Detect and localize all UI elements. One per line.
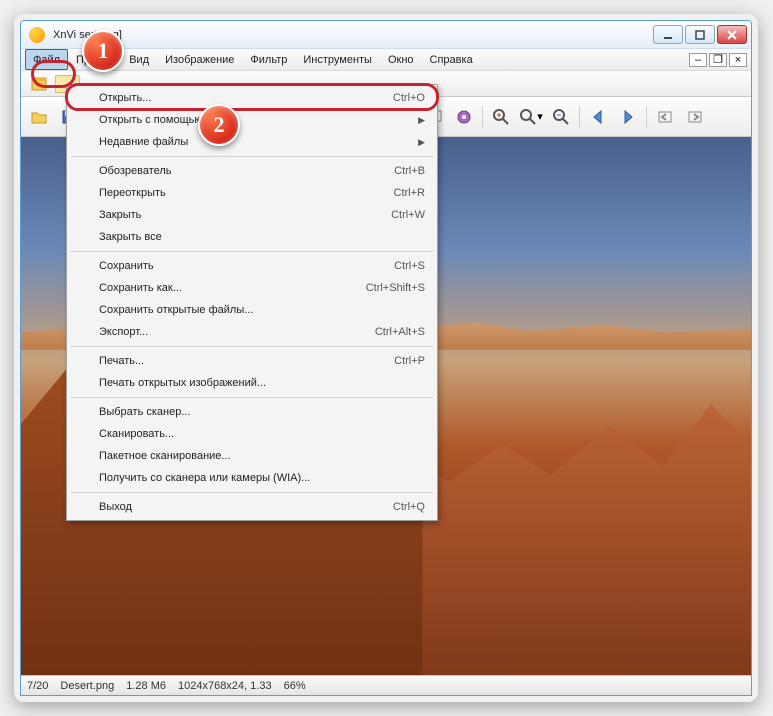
browser-tab-icon[interactable] (25, 71, 53, 97)
menu-filter[interactable]: Фильтр (242, 49, 295, 70)
menu-item-11[interactable]: Сохранить открытые файлы... (69, 299, 435, 321)
menu-item-10[interactable]: Сохранить как... Ctrl+Shift+S (69, 277, 435, 299)
menu-item-4[interactable]: Обозреватель Ctrl+B (69, 160, 435, 182)
menu-item-shortcut: Ctrl+P (394, 355, 425, 367)
menu-item-6[interactable]: Закрыть Ctrl+W (69, 204, 435, 226)
menu-item-18[interactable]: Сканировать... (69, 423, 435, 445)
menu-item-label: Обозреватель (99, 165, 172, 177)
menu-item-label: Выбрать сканер... (99, 406, 191, 418)
menu-item-label: Печать открытых изображений... (99, 377, 266, 389)
menu-item-shortcut: Ctrl+W (391, 209, 425, 221)
menu-item-15[interactable]: Печать открытых изображений... (69, 372, 435, 394)
menu-tools[interactable]: Инструменты (295, 49, 380, 70)
status-filesize: 1.28 М6 (126, 680, 166, 692)
app-icon (29, 27, 45, 43)
menu-item-label: Сохранить как... (99, 282, 182, 294)
menu-image[interactable]: Изображение (157, 49, 242, 70)
menu-item-label: Сохранить (99, 260, 154, 272)
menu-item-label: Сохранить открытые файлы... (99, 304, 253, 316)
titlebar[interactable]: XnVi sert.png] (21, 21, 751, 49)
menu-window[interactable]: Окно (380, 49, 422, 70)
menu-item-shortcut: Ctrl+S (394, 260, 425, 272)
menu-item-22[interactable]: Выход Ctrl+Q (69, 496, 435, 518)
menu-item-label: Переоткрыть (99, 187, 166, 199)
submenu-arrow-icon: ▶ (418, 137, 425, 148)
menu-item-19[interactable]: Пакетное сканирование... (69, 445, 435, 467)
menu-item-1[interactable]: Открыть с помощью ▶ (69, 109, 435, 131)
menu-item-label: Закрыть все (99, 231, 162, 243)
nav-forward-icon[interactable] (681, 103, 709, 131)
menu-item-label: Сканировать... (99, 428, 174, 440)
menubar: Файл Правка Вид Изображение Фильтр Инстр… (21, 49, 751, 71)
window-title: XnVi sert.png] (49, 29, 653, 41)
mdi-minimize-button[interactable]: – (689, 53, 707, 67)
annotation-badge-2: 2 (198, 104, 240, 146)
menu-item-14[interactable]: Печать... Ctrl+P (69, 350, 435, 372)
menu-item-shortcut: Ctrl+Alt+S (375, 326, 425, 338)
menu-view[interactable]: Вид (121, 49, 157, 70)
menu-item-label: Экспорт... (99, 326, 148, 338)
menu-item-label: Открыть с помощью (99, 114, 203, 126)
menu-file[interactable]: Файл (25, 49, 68, 70)
status-filename: Desert.png (60, 680, 114, 692)
menu-item-label: Недавние файлы (99, 136, 188, 148)
minimize-button[interactable] (653, 25, 683, 44)
zoom-in-icon[interactable] (487, 103, 515, 131)
options-icon[interactable] (450, 103, 478, 131)
menu-item-20[interactable]: Получить со сканера или камеры (WIA)... (69, 467, 435, 489)
menu-item-2[interactable]: Недавние файлы ▶ (69, 131, 435, 153)
menu-item-shortcut: Ctrl+B (394, 165, 425, 177)
maximize-button[interactable] (685, 25, 715, 44)
menu-item-label: Открыть... (99, 92, 151, 104)
menu-item-9[interactable]: Сохранить Ctrl+S (69, 255, 435, 277)
prev-image-icon[interactable] (584, 103, 612, 131)
menu-item-5[interactable]: Переоткрыть Ctrl+R (69, 182, 435, 204)
file-menu-dropdown: Открыть...Ctrl+OОткрыть с помощью▶Недавн… (66, 84, 438, 521)
menu-item-label: Пакетное сканирование... (99, 450, 231, 462)
submenu-arrow-icon: ▶ (418, 115, 425, 126)
open-icon[interactable] (25, 103, 53, 131)
menu-item-shortcut: Ctrl+R (394, 187, 425, 199)
menu-item-17[interactable]: Выбрать сканер... (69, 401, 435, 423)
menu-help[interactable]: Справка (422, 49, 481, 70)
menu-item-label: Получить со сканера или камеры (WIA)... (99, 472, 310, 484)
menu-item-7[interactable]: Закрыть все (69, 226, 435, 248)
status-index: 7/20 (27, 680, 48, 692)
menu-item-label: Выход (99, 501, 132, 513)
next-image-icon[interactable] (614, 103, 642, 131)
nav-back-icon[interactable] (651, 103, 679, 131)
menu-item-0[interactable]: Открыть... Ctrl+O (69, 87, 435, 109)
mdi-restore-button[interactable]: ❐ (709, 53, 727, 67)
zoom-fit-icon[interactable]: ▾ (517, 103, 545, 131)
menu-item-label: Печать... (99, 355, 144, 367)
status-zoom: 66% (284, 680, 306, 692)
menu-item-shortcut: Ctrl+Shift+S (366, 282, 425, 294)
zoom-out-icon[interactable] (547, 103, 575, 131)
menu-item-label: Закрыть (99, 209, 141, 221)
status-bar: 7/20 Desert.png 1.28 М6 1024x768x24, 1.3… (21, 675, 751, 695)
mdi-close-button[interactable]: × (729, 53, 747, 67)
annotation-badge-1: 1 (82, 30, 124, 72)
close-button[interactable] (717, 25, 747, 44)
menu-item-shortcut: Ctrl+O (393, 92, 425, 104)
menu-item-12[interactable]: Экспорт... Ctrl+Alt+S (69, 321, 435, 343)
menu-item-shortcut: Ctrl+Q (393, 501, 425, 513)
status-dimensions: 1024x768x24, 1.33 (178, 680, 272, 692)
